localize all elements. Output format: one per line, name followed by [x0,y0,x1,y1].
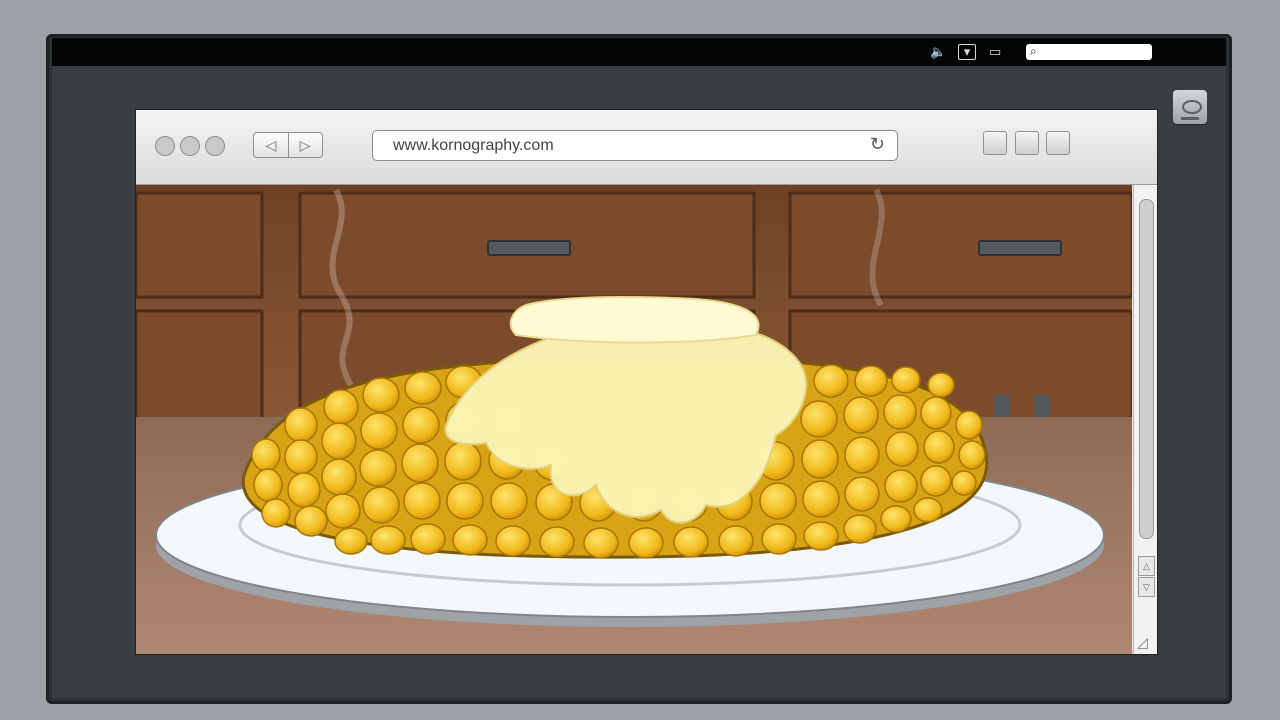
page-content [136,185,1132,654]
back-button[interactable]: ◁ [254,133,289,157]
drawer-handle [978,240,1062,256]
address-bar[interactable]: www.kornography.com ↻ [372,130,898,161]
vertical-scrollbar[interactable]: △ ▽ ◿ [1133,185,1157,654]
toolbar-button-3[interactable] [1046,131,1070,155]
scroll-down-button[interactable]: ▽ [1138,577,1155,597]
spotlight-search-field[interactable]: ⌕ [1026,44,1152,60]
dropdown-icon[interactable]: ▾ [958,44,976,60]
toolbar-button-1[interactable] [983,131,1007,155]
hard-drive-icon[interactable] [1173,90,1207,124]
corn-illustration [136,185,1132,654]
url-text: www.kornography.com [393,137,554,154]
door-knob [994,395,1010,417]
window-icon[interactable]: ▭ [989,44,1001,60]
door-knob [1034,395,1050,417]
drawer-handle [487,240,571,256]
forward-button[interactable]: ▷ [288,133,322,157]
toolbar-button-2[interactable] [1015,131,1039,155]
scrollbar-thumb[interactable] [1139,199,1154,539]
drive-lens [1182,100,1202,114]
reload-icon[interactable]: ↻ [870,134,885,155]
volume-icon[interactable]: 🔈 [930,44,946,60]
browser-toolbar: ◁ ▷ www.kornography.com ↻ [136,110,1157,185]
zoom-window-button[interactable] [205,136,225,156]
cabinet-drawer-right [788,191,1132,299]
navigation-buttons: ◁ ▷ [253,132,323,158]
scroll-up-button[interactable]: △ [1138,556,1155,576]
cabinet-drawer-left [136,191,264,299]
drive-slot [1181,117,1199,120]
minimize-window-button[interactable] [180,136,200,156]
close-window-button[interactable] [155,136,175,156]
search-icon: ⌕ [1030,44,1037,58]
browser-window: ◁ ▷ www.kornography.com ↻ △ ▽ ◿ [136,110,1157,654]
cabinet-door [136,309,264,422]
resize-handle-icon[interactable]: ◿ [1137,634,1148,651]
butter-pat [509,296,760,344]
